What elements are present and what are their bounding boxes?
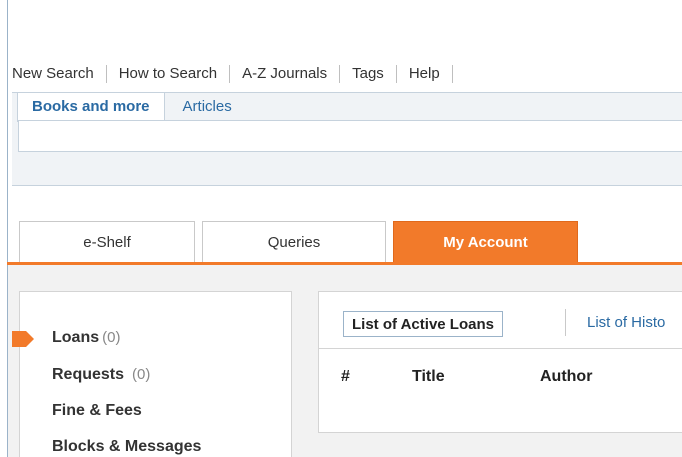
nav-tags[interactable]: Tags [340,65,397,83]
page: New Search How to Search A-Z Journals Ta… [0,0,682,457]
sidebar-item-loans[interactable]: Loans (0) [52,329,120,347]
sidebar-item-label: Loans [52,329,100,346]
loans-panel: List of Active Loans List of Histo # Tit… [318,291,682,433]
search-input[interactable] [18,120,682,152]
nav-new-search[interactable]: New Search [12,65,107,83]
nav-help[interactable]: Help [397,65,453,83]
tab-active-loans[interactable]: List of Active Loans [343,311,503,337]
tab-eshelf[interactable]: e-Shelf [19,221,195,262]
sidebar-item-requests[interactable]: Requests (0) [52,366,150,384]
account-sidebar: Loans (0) Requests (0) Fine & Fees Blocks … [12,291,292,457]
tab-books-and-more[interactable]: Books and more [17,93,165,122]
current-item-arrow-icon [12,331,34,347]
column-header-title[interactable]: Title [412,368,445,386]
tab-separator [565,309,566,336]
table-divider [319,348,682,349]
sidebar-item-blocks-messages[interactable]: Blocks & Messages [52,438,201,456]
account-tabs: e-Shelf Queries My Account [19,221,585,263]
nav-az-journals[interactable]: A-Z Journals [230,65,341,83]
sidebar-item-label: Fine & Fees [52,402,142,419]
sidebar-item-count: (0) [102,329,121,346]
tab-my-account[interactable]: My Account [393,221,578,262]
search-panel: Books and more Articles [12,92,682,186]
sidebar-item-fines-fees[interactable]: Fine & Fees [52,402,142,420]
column-header-number[interactable]: # [341,368,350,386]
sidebar-item-label: Blocks & Messages [52,438,202,455]
tab-articles[interactable]: Articles [165,93,246,120]
sidebar-item-count: (0) [132,366,151,383]
sidebar-item-label: Requests [52,366,125,383]
tab-queries[interactable]: Queries [202,221,386,262]
nav-how-to-search[interactable]: How to Search [107,65,231,83]
top-nav: New Search How to Search A-Z Journals Ta… [12,63,453,85]
column-header-author[interactable]: Author [540,368,592,386]
tab-loan-history[interactable]: List of Histo [587,314,665,331]
search-tabs: Books and more Articles [17,93,246,122]
